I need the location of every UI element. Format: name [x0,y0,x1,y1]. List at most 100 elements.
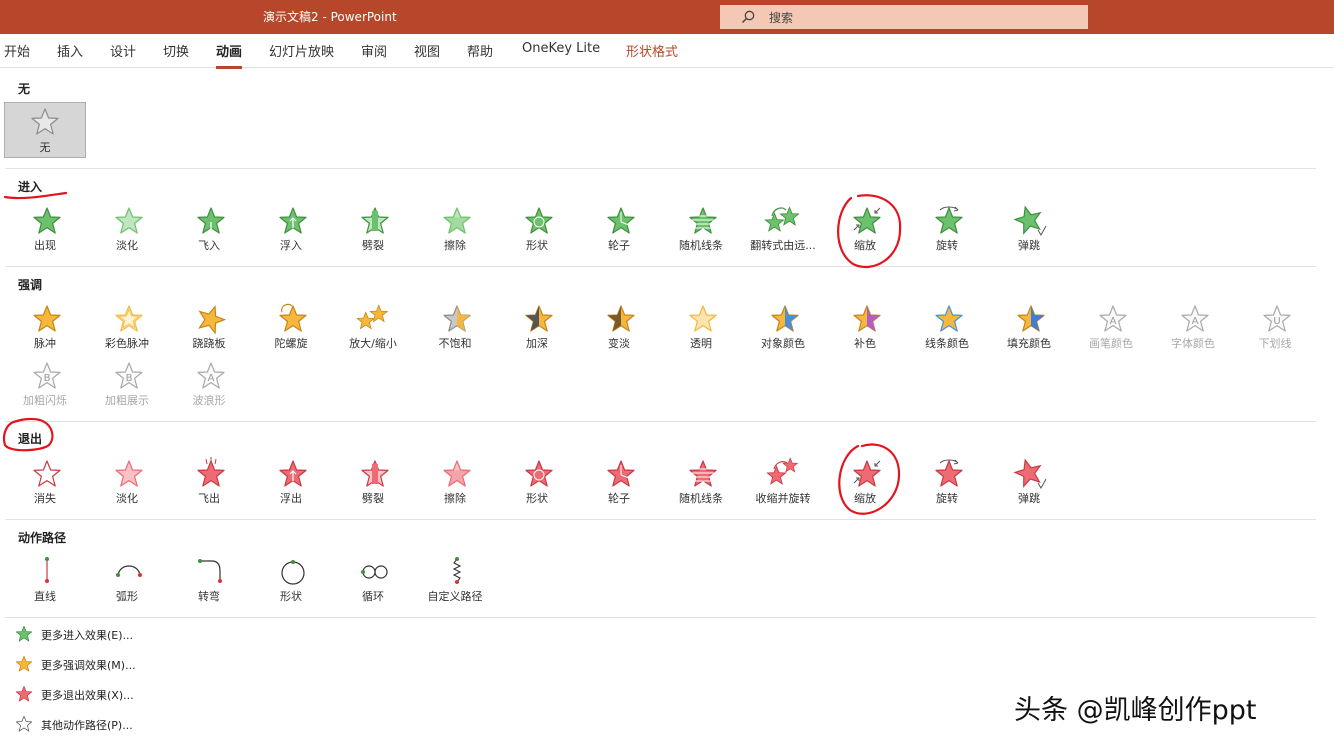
effect-label: 自定义路径 [427,590,483,603]
tab-insert[interactable]: 插入 [57,41,83,60]
emphasis-effect-star-line-color[interactable]: 线条颜色 [906,301,988,355]
exit-effect-star-zoom[interactable]: 缩放 [824,456,906,510]
exit-effect-star-outline[interactable]: 消失 [4,456,86,510]
entrance-effect-star-fly[interactable]: 飞入 [168,203,250,257]
emphasis-effect-star-desaturate[interactable]: 不饱和 [414,301,496,355]
effect-label: 补色 [854,337,876,350]
paths-effect-custom-path[interactable]: 自定义路径 [414,554,496,608]
star-icon [33,207,61,234]
effect-label: 轮子 [608,239,630,252]
tab-onekey-lite[interactable]: OneKey Lite [522,41,600,56]
effect-label: 出现 [34,239,56,252]
emphasis-effect-star-spin[interactable]: 陀螺旋 [250,301,332,355]
emphasis-effect-star-color-pulse[interactable]: 彩色脉冲 [86,301,168,355]
star-split-icon [361,207,389,234]
entrance-effect-star-float[interactable]: 浮入 [250,203,332,257]
search-box[interactable]: 搜索 [720,5,1088,29]
paths-effect-circle-path[interactable]: 形状 [250,554,332,608]
tab-design[interactable]: 设计 [110,41,136,60]
entrance-effect-star-grow-turn[interactable]: 翻转式由远... [742,203,824,257]
star-darken-icon [525,305,553,332]
effect-label: 随机线条 [679,492,723,505]
exit-effect-star-split[interactable]: 劈裂 [332,456,414,510]
tab-review[interactable]: 审阅 [361,41,387,60]
emphasis-effect-star-transparency[interactable]: 透明 [660,301,742,355]
effect-label: 弧形 [116,590,138,603]
entrance-effect-star-shape[interactable]: 形状 [496,203,578,257]
exit-effect-star-fade[interactable]: 淡化 [86,456,168,510]
entrance-effect-star-lines[interactable]: 随机线条 [660,203,742,257]
effect-label: 形状 [526,239,548,252]
effect-label: 加粗展示 [105,394,149,407]
effect-label: 透明 [690,337,712,350]
emphasis-effect-star-lighten[interactable]: 变淡 [578,301,660,355]
exit-effect-star-wheel[interactable]: 轮子 [578,456,660,510]
effect-label: 擦除 [444,239,466,252]
tab-help[interactable]: 帮助 [467,41,493,60]
tab-home[interactable]: 开始 [4,41,30,60]
exit-effect-star-shrink-turn[interactable]: 收缩并旋转 [742,456,824,510]
arc-path-icon [116,565,142,577]
ribbon-tabs: 开始 插入 设计 切换 动画 幻灯片放映 审阅 视图 帮助 OneKey Lit… [0,34,1334,69]
effect-label: 缩放 [854,239,876,252]
paths-effect-line-path[interactable]: 直线 [4,554,86,608]
star-desaturate-icon [443,305,471,332]
entrance-effect-star-zoom[interactable]: 缩放 [824,203,906,257]
red-star-icon [15,685,33,702]
tab-slideshow[interactable]: 幻灯片放映 [269,41,334,60]
entrance-effect-star[interactable]: 出现 [4,203,86,257]
star-complementary-icon [853,305,881,332]
effect-label: 字体颜色 [1171,337,1215,350]
emphasis-effect-star-object-color[interactable]: 对象颜色 [742,301,824,355]
effect-label: 飞出 [198,492,220,505]
effect-label: 消失 [34,492,56,505]
paths-effect-turn-path[interactable]: 转弯 [168,554,250,608]
emphasis-effect-star-grow-shrink[interactable]: 放大/缩小 [332,301,414,355]
exit-effect-star-bounce[interactable]: 弹跳 [988,456,1070,510]
document-title: 演示文稿2 - PowerPoint [263,10,397,24]
effect-label: 不饱和 [438,337,472,350]
exit-effect-star-swivel[interactable]: 旋转 [906,456,988,510]
entrance-effect-star-fade[interactable]: 淡化 [86,203,168,257]
exit-effect-star-wipe[interactable]: 擦除 [414,456,496,510]
star-transparency-icon [689,305,717,332]
tab-transitions[interactable]: 切换 [163,41,189,60]
emphasis-effect-star-pulse[interactable]: 脉冲 [4,301,86,355]
more-effects-label: 其他动作路径(P)... [41,719,133,732]
star-shape-icon [525,207,553,234]
emphasis-effect-star-teeter[interactable]: 跷跷板 [168,301,250,355]
exit-effect-star-float[interactable]: 浮出 [250,456,332,510]
emphasis-effect-star-wave: A 波浪形 [168,358,250,412]
exit-effect-star-fly[interactable]: 飞出 [168,456,250,510]
emphasis-effect-star-complementary[interactable]: 补色 [824,301,906,355]
emphasis-effect-star-bold-reveal: B 加粗展示 [86,358,168,412]
entrance-effect-star-wipe[interactable]: 擦除 [414,203,496,257]
animation-gallery: 无无进入 出现 淡化 飞入 浮入 劈裂 擦除 形状 轮子 随机线条 翻转式由远... 缩放 旋转 弹跳 强调… [0,69,1334,743]
entrance-effect-star-split[interactable]: 劈裂 [332,203,414,257]
entrance-effect-star-swivel[interactable]: 旋转 [906,203,988,257]
paths-effect-loop-path[interactable]: 循环 [332,554,414,608]
star-brush-color-icon: A [1099,305,1127,332]
title-bar: 演示文稿2 - PowerPoint 搜索 [0,0,1334,34]
exit-effect-star-shape[interactable]: 形状 [496,456,578,510]
star-wave-icon: A [197,362,225,389]
empty-star-icon [31,108,59,135]
star-fly-icon [197,207,225,234]
exit-effect-star-lines[interactable]: 随机线条 [660,456,742,510]
emphasis-effect-star-fill-color[interactable]: 填充颜色 [988,301,1070,355]
emphasis-effect-star-darken[interactable]: 加深 [496,301,578,355]
effect-label: 浮入 [280,239,302,252]
tab-view[interactable]: 视图 [414,41,440,60]
effect-label: 加粗闪烁 [23,394,67,407]
paths-effect-arc-path[interactable]: 弧形 [86,554,168,608]
effect-label: 循环 [362,590,384,603]
none-effect-empty-star[interactable]: 无 [4,102,86,158]
svg-text:A: A [208,373,215,384]
more-effects-label: 更多进入效果(E)... [41,629,134,642]
effect-label: 浮出 [280,492,302,505]
tab-animations[interactable]: 动画 [216,41,243,69]
entrance-effect-star-wheel[interactable]: 轮子 [578,203,660,257]
effect-label: 形状 [526,492,548,505]
tab-shape-format[interactable]: 形状格式 [626,41,678,60]
entrance-effect-star-bounce[interactable]: 弹跳 [988,203,1070,257]
